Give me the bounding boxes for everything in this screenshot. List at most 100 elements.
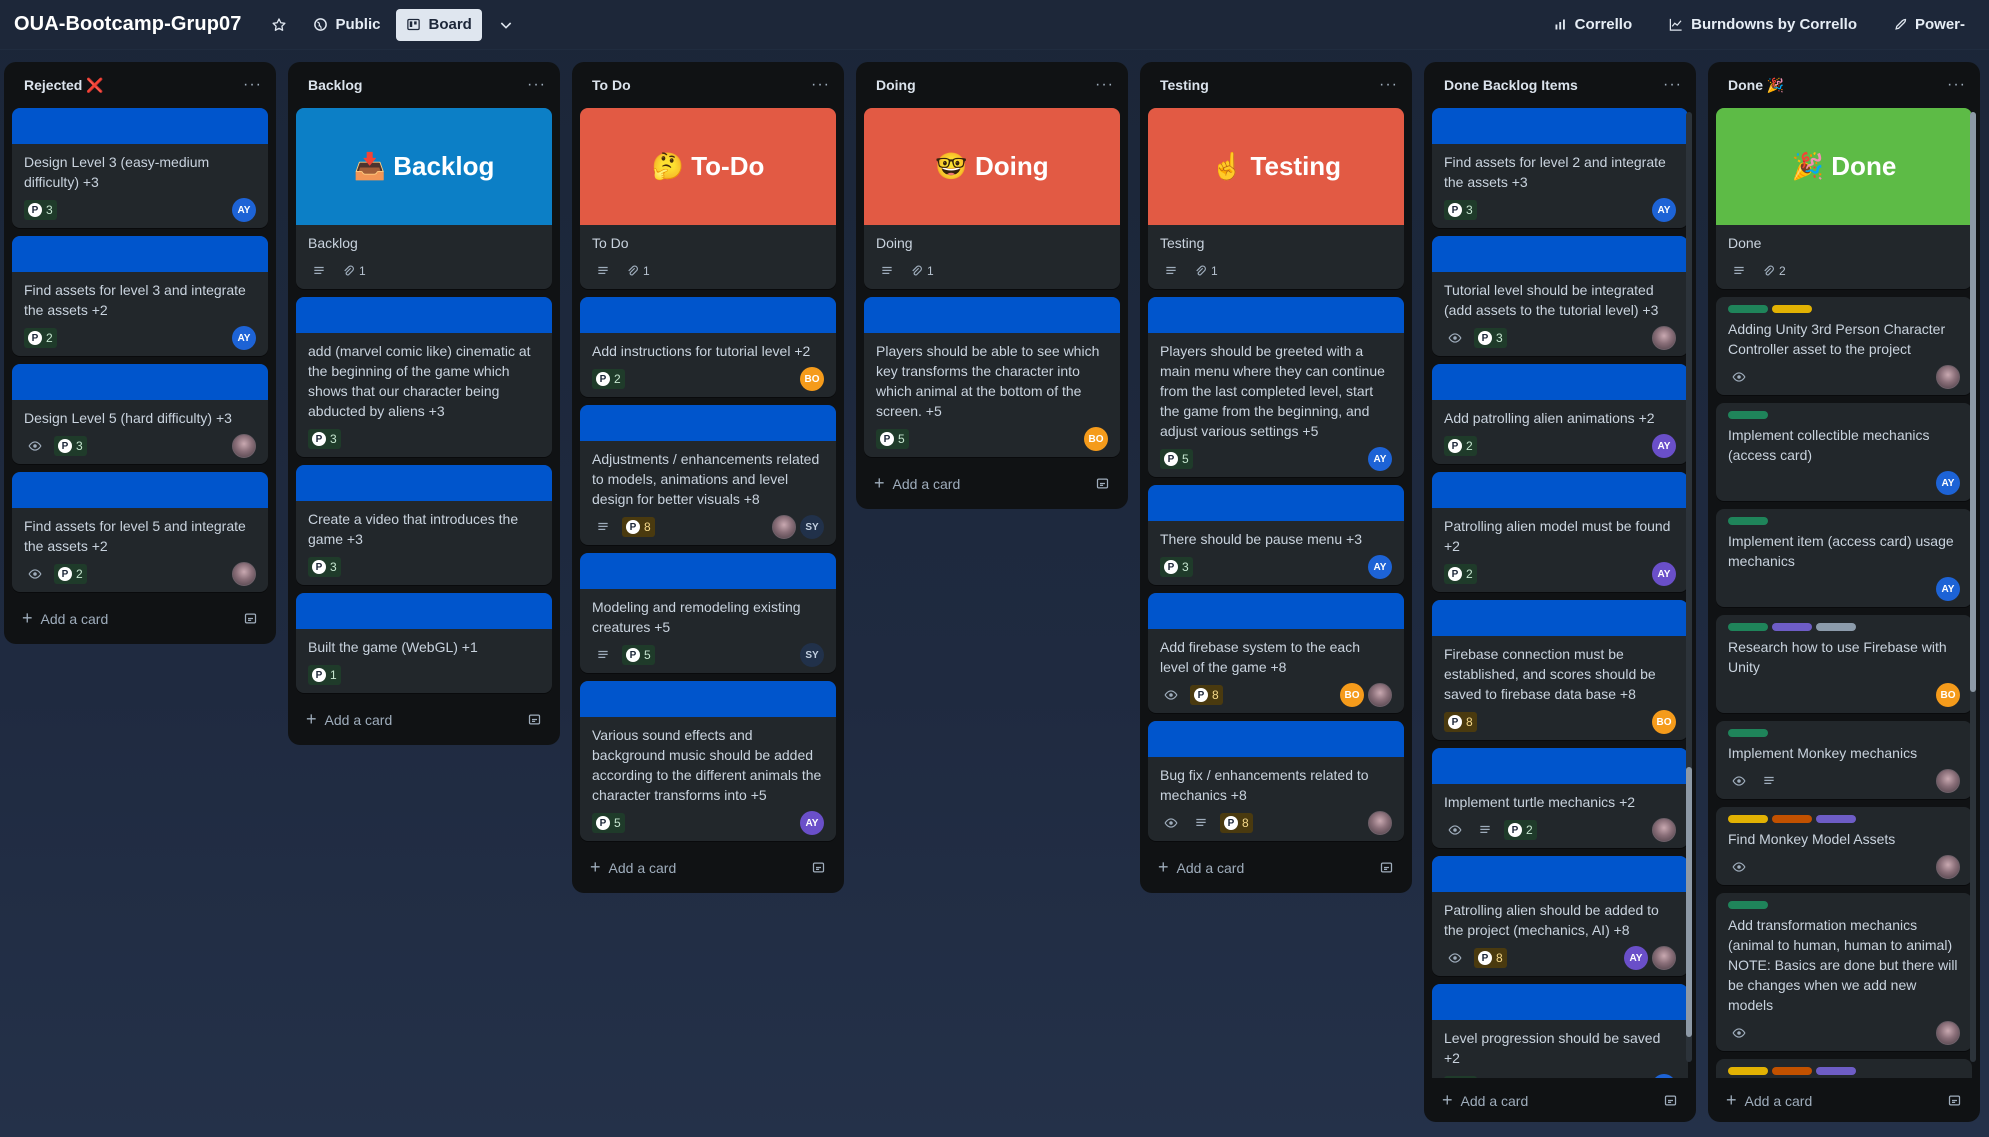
scroll-thumb[interactable] xyxy=(1686,767,1692,1037)
card[interactable]: Bug fix / enhancements related to mechan… xyxy=(1148,721,1404,841)
card[interactable]: Tutorial level should be integrated (add… xyxy=(1432,236,1688,356)
add-card-button[interactable]: + Add a card xyxy=(580,849,836,885)
member-avatar[interactable]: BO xyxy=(1340,683,1364,707)
list-title[interactable]: Doing xyxy=(876,77,916,93)
card[interactable]: Add transformation mechanics (animal to … xyxy=(1716,893,1972,1051)
list-title[interactable]: To Do xyxy=(592,77,631,93)
add-card-button[interactable]: + Add a card xyxy=(1148,849,1404,885)
member-avatar[interactable]: SY xyxy=(800,643,824,667)
board-title[interactable]: OUA-Bootcamp-Grup07 xyxy=(14,13,241,36)
member-avatar[interactable] xyxy=(1936,1021,1960,1045)
member-avatar[interactable]: SY xyxy=(800,515,824,539)
list-scrollbar[interactable] xyxy=(1686,112,1692,1062)
list-menu-icon[interactable]: ··· xyxy=(1663,76,1682,94)
add-card-button[interactable]: + Add a card xyxy=(1432,1082,1688,1118)
card[interactable]: Various sound effects and background mus… xyxy=(580,681,836,841)
card[interactable]: 🤔 To-Do To Do 1 xyxy=(580,108,836,289)
card-label[interactable] xyxy=(1728,623,1768,631)
card[interactable]: Add firebase system to the each level of… xyxy=(1148,593,1404,713)
member-avatar[interactable]: BO xyxy=(1084,427,1108,451)
card[interactable]: 🤓 Doing Doing 1 xyxy=(864,108,1120,289)
card[interactable]: add (marvel comic like) cinematic at the… xyxy=(296,297,552,457)
card-label[interactable] xyxy=(1728,517,1768,525)
list-menu-icon[interactable]: ··· xyxy=(527,76,546,94)
member-avatar[interactable]: AY xyxy=(1624,946,1648,970)
card-label[interactable] xyxy=(1728,729,1768,737)
member-avatar[interactable]: BO xyxy=(1652,710,1676,734)
card-label[interactable] xyxy=(1728,1067,1768,1075)
card[interactable]: Design Level 5 (hard difficulty) +3 P 3 xyxy=(12,364,268,464)
member-avatar[interactable] xyxy=(1936,769,1960,793)
add-card-button[interactable]: + Add a card xyxy=(296,701,552,737)
card[interactable]: Adding Unity 3rd Person Character Contro… xyxy=(1716,297,1972,395)
card-label[interactable] xyxy=(1816,1067,1856,1075)
member-avatar[interactable]: AY xyxy=(1652,562,1676,586)
template-icon[interactable] xyxy=(243,611,258,626)
member-avatar[interactable]: AY xyxy=(800,811,824,835)
member-avatar[interactable]: BO xyxy=(800,367,824,391)
member-avatar[interactable]: AY xyxy=(232,198,256,222)
card-label[interactable] xyxy=(1816,623,1856,631)
member-avatar[interactable]: AY xyxy=(1936,471,1960,495)
card-label[interactable] xyxy=(1728,901,1768,909)
card[interactable]: Find Monkey Model Assets xyxy=(1716,807,1972,885)
card[interactable]: Create a video that introduces the game … xyxy=(296,465,552,585)
card[interactable]: There should be pause menu +3 P 3 AY xyxy=(1148,485,1404,585)
card[interactable]: Find assets for level 2 and integrate th… xyxy=(1432,108,1688,228)
card-label[interactable] xyxy=(1772,1067,1812,1075)
card[interactable]: Find beaver Model Assets xyxy=(1716,1059,1972,1078)
template-icon[interactable] xyxy=(527,712,542,727)
member-avatar[interactable] xyxy=(1652,326,1676,350)
visibility-button[interactable]: Public xyxy=(303,9,390,41)
star-button[interactable] xyxy=(261,9,297,41)
card-label[interactable] xyxy=(1728,411,1768,419)
card[interactable]: Players should be greeted with a main me… xyxy=(1148,297,1404,477)
card[interactable]: Design Level 3 (easy-medium difficulty) … xyxy=(12,108,268,228)
card[interactable]: Implement turtle mechanics +2 P 2 xyxy=(1432,748,1688,848)
template-icon[interactable] xyxy=(1947,1093,1962,1108)
card-label[interactable] xyxy=(1772,305,1812,313)
list-title[interactable]: Backlog xyxy=(308,77,362,93)
card[interactable]: ☝️ Testing Testing 1 xyxy=(1148,108,1404,289)
list-menu-icon[interactable]: ··· xyxy=(1379,76,1398,94)
scroll-thumb[interactable] xyxy=(1970,112,1976,692)
member-avatar[interactable] xyxy=(232,562,256,586)
list-menu-icon[interactable]: ··· xyxy=(1947,76,1966,94)
card[interactable]: 🎉 Done Done 2 xyxy=(1716,108,1972,289)
card[interactable]: Firebase connection must be established,… xyxy=(1432,600,1688,740)
card[interactable]: Add patrolling alien animations +2 P 2 AY xyxy=(1432,364,1688,464)
member-avatar[interactable]: BO xyxy=(1936,683,1960,707)
card[interactable]: Modeling and remodeling existing creatur… xyxy=(580,553,836,673)
member-avatar[interactable]: AY xyxy=(1652,198,1676,222)
card[interactable]: Level progression should be saved +2 P2 AY xyxy=(1432,984,1688,1078)
member-avatar[interactable] xyxy=(232,434,256,458)
card[interactable]: Find assets for level 3 and integrate th… xyxy=(12,236,268,356)
card[interactable]: Patrolling alien should be added to the … xyxy=(1432,856,1688,976)
card[interactable]: Adjustments / enhancements related to mo… xyxy=(580,405,836,545)
powerup-more[interactable]: Power- xyxy=(1883,9,1975,41)
list-scrollbar[interactable] xyxy=(1970,112,1976,1062)
member-avatar[interactable] xyxy=(1652,946,1676,970)
card[interactable]: Find assets for level 5 and integrate th… xyxy=(12,472,268,592)
list-title[interactable]: Done 🎉 xyxy=(1728,77,1784,94)
member-avatar[interactable] xyxy=(1652,818,1676,842)
view-switcher-button[interactable] xyxy=(488,9,524,41)
member-avatar[interactable] xyxy=(772,515,796,539)
template-icon[interactable] xyxy=(1095,476,1110,491)
list-title[interactable]: Done Backlog Items xyxy=(1444,77,1578,93)
template-icon[interactable] xyxy=(1663,1093,1678,1108)
add-card-button[interactable]: + Add a card xyxy=(1716,1082,1972,1118)
card-label[interactable] xyxy=(1816,815,1856,823)
template-icon[interactable] xyxy=(1379,860,1394,875)
add-card-button[interactable]: + Add a card xyxy=(864,465,1120,501)
member-avatar[interactable]: AY xyxy=(1936,577,1960,601)
card[interactable]: Implement Monkey mechanics xyxy=(1716,721,1972,799)
template-icon[interactable] xyxy=(811,860,826,875)
card[interactable]: 📥 Backlog Backlog 1 xyxy=(296,108,552,289)
member-avatar[interactable] xyxy=(1368,683,1392,707)
member-avatar[interactable] xyxy=(1936,855,1960,879)
list-menu-icon[interactable]: ··· xyxy=(243,76,262,94)
member-avatar[interactable] xyxy=(1368,811,1392,835)
card[interactable]: Add instructions for tutorial level +2 P 2… xyxy=(580,297,836,397)
card[interactable]: Players should be able to see which key … xyxy=(864,297,1120,457)
